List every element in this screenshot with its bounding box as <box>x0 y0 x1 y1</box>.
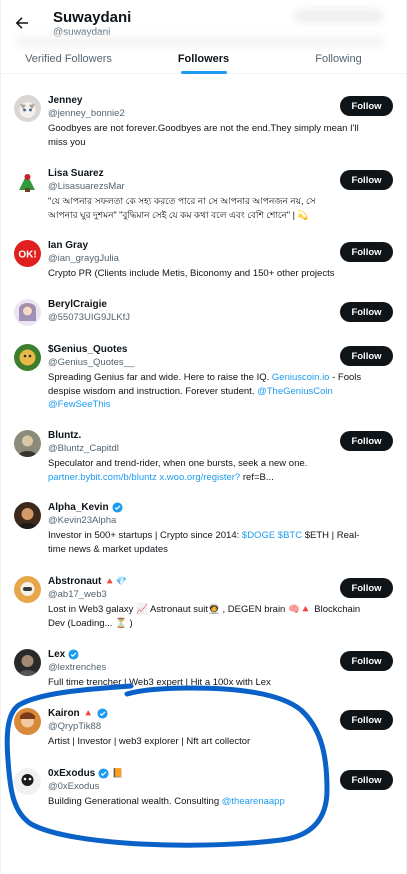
user-handle: @LisasuarezsMar <box>48 181 125 192</box>
user-bio: Goodbyes are not forever.Goodbyes are no… <box>48 123 359 148</box>
user-name[interactable]: Kairon 🔺 <box>48 708 108 719</box>
user-name[interactable]: Alpha_Kevin <box>48 502 123 513</box>
user-name[interactable]: Bluntz. <box>48 430 81 441</box>
verified-badge-icon <box>112 502 123 513</box>
bio-link[interactable]: partner.bybit.com/b/bluntz x.woo.org/reg… <box>48 472 240 483</box>
user-name[interactable]: BerylCraigie <box>48 299 107 310</box>
user-handle: @ab17_web3 <box>48 589 107 600</box>
bio-mention[interactable]: @TheGeniusCoin <box>257 386 333 397</box>
user-handle: @Kevin23Alpha <box>48 515 117 526</box>
name-emoji-icon: 🔺💎 <box>104 576 127 586</box>
verified-badge-icon <box>68 649 79 660</box>
bio-cashtags[interactable]: $DOGE $BTC <box>242 530 302 541</box>
user-bio: Speculator and trend-rider, when one bur… <box>48 458 308 483</box>
user-name[interactable]: Ian Gray <box>48 240 88 251</box>
avatar[interactable] <box>14 168 41 195</box>
follow-button[interactable]: Follow <box>340 431 393 451</box>
user-bio: Investor in 500+ startups | Crypto since… <box>48 530 360 555</box>
tab-followers[interactable]: Followers <box>136 44 271 74</box>
follow-button[interactable]: Follow <box>340 651 393 671</box>
user-name[interactable]: Lex <box>48 649 79 660</box>
tab-label: Followers <box>177 53 230 65</box>
user-handle: @lextrenches <box>48 662 107 673</box>
user-name[interactable]: Jenney <box>48 95 82 106</box>
active-tab-indicator <box>180 71 227 74</box>
user-handle: @55073UIG9JLKfJ <box>48 312 130 323</box>
user-bio: Building Generational wealth. Consulting… <box>48 796 285 807</box>
user-handle: @Genius_Quotes__ <box>48 357 135 368</box>
follow-button[interactable]: Follow <box>340 96 393 116</box>
verified-badge-icon <box>98 768 109 779</box>
user-bio: Artist | Investor | web3 explorer | Nft … <box>48 736 251 747</box>
follow-button[interactable]: Follow <box>340 170 393 190</box>
svg-text:OK!: OK! <box>18 250 36 261</box>
follow-button[interactable]: Follow <box>340 302 393 322</box>
tab-verified-followers[interactable]: Verified Followers <box>1 44 136 73</box>
tab-label: Following <box>315 53 362 65</box>
page-title: Suwaydani <box>53 9 132 26</box>
profile-header: Suwaydani @suwaydani <box>1 0 406 40</box>
follow-button[interactable]: Follow <box>340 710 393 730</box>
user-bio: Crypto PR (Clients include Metis, Bicono… <box>48 268 335 279</box>
follow-button[interactable]: Follow <box>340 242 393 262</box>
follow-button[interactable]: Follow <box>340 770 393 790</box>
avatar[interactable] <box>14 576 41 603</box>
user-name[interactable]: 0xExodus 📙 <box>48 768 123 779</box>
bio-mention[interactable]: @thearenaapp <box>222 796 285 807</box>
avatar[interactable] <box>14 768 41 795</box>
user-handle: @0xExodus <box>48 781 100 792</box>
name-emoji-icon: 📙 <box>112 768 124 778</box>
user-handle: @QrypTik88 <box>48 721 102 732</box>
avatar[interactable] <box>14 708 41 735</box>
tab-following[interactable]: Following <box>271 44 406 73</box>
avatar[interactable] <box>14 649 41 676</box>
user-bio: Full time trencher | Web3 expert | Hit a… <box>48 677 271 688</box>
user-bio: Spreading Genius far and wide. Here to r… <box>48 372 362 410</box>
name-emoji-icon: 🔺 <box>82 708 94 718</box>
tab-label: Verified Followers <box>25 53 112 65</box>
user-handle: @Bluntz_Capitdl <box>48 443 119 454</box>
user-name[interactable]: $Genius_Quotes <box>48 344 127 355</box>
avatar[interactable] <box>14 344 41 371</box>
back-arrow-icon[interactable] <box>13 14 31 32</box>
avatar[interactable] <box>14 95 41 122</box>
follow-tabs: Verified Followers Followers Following <box>1 44 406 74</box>
follow-button[interactable]: Follow <box>340 578 393 598</box>
user-name[interactable]: Abstronaut 🔺💎 <box>48 576 127 587</box>
user-bio: Lost in Web3 galaxy 📈 Astronaut suit🧑‍🚀 … <box>48 604 361 629</box>
blurred-overlay <box>294 8 384 24</box>
bio-mention[interactable]: @FewSeeThis <box>48 399 110 410</box>
verified-badge-icon <box>97 708 108 719</box>
user-handle: @ian_graygJulia <box>48 253 119 264</box>
bio-link[interactable]: Geniuscoin.io <box>272 372 330 383</box>
avatar[interactable] <box>14 502 41 529</box>
user-name[interactable]: Lisa Suarez <box>48 168 104 179</box>
avatar[interactable] <box>14 430 41 457</box>
user-bio: "যে আপনার সফলতা কে সহ্য করতে পারে না সে … <box>48 196 316 220</box>
follow-button[interactable]: Follow <box>340 346 393 366</box>
avatar[interactable] <box>14 299 41 326</box>
user-handle: @jenney_bonnie2 <box>48 108 125 119</box>
page-frame: Suwaydani @suwaydani Verified Followers … <box>0 0 407 874</box>
avatar[interactable]: OK! <box>14 240 41 267</box>
